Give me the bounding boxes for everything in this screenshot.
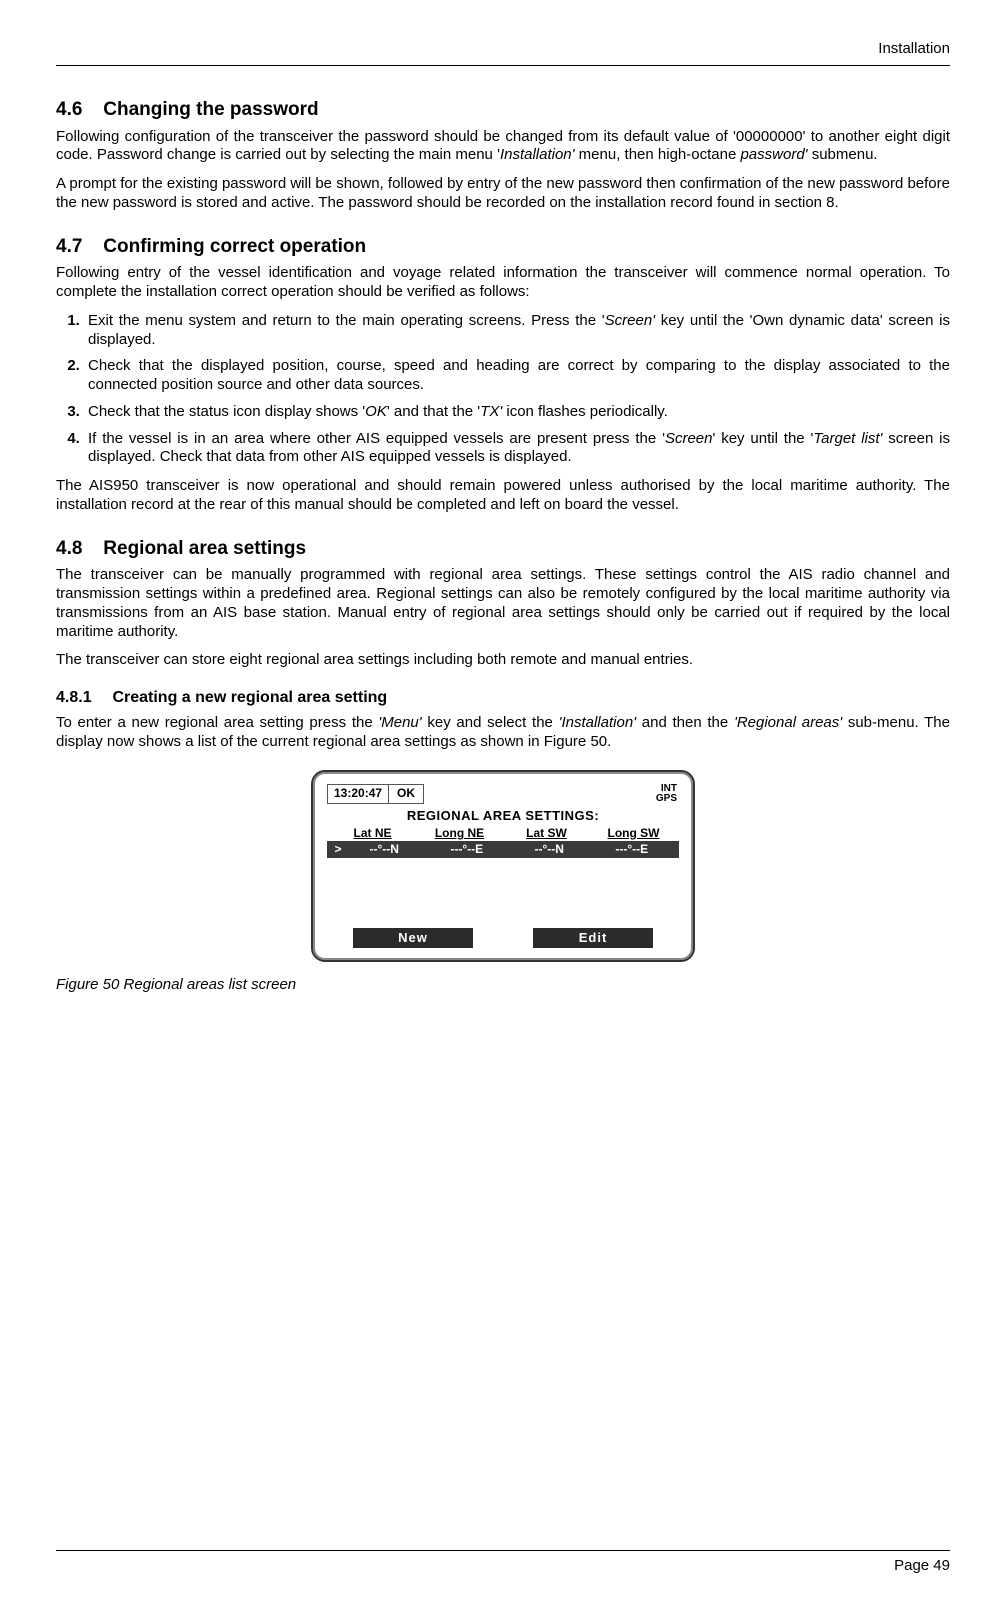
para-4-8-1: The transceiver can be manually programm…: [56, 566, 950, 641]
page-footer: Page 49: [56, 1550, 950, 1576]
indicator-int: INT: [656, 784, 677, 794]
softkey-new[interactable]: New: [353, 928, 473, 948]
column-headers: Lat NE Long NE Lat SW Long SW: [323, 826, 683, 841]
cell-lat-ne: --°--N: [343, 842, 426, 857]
heading-4-6: 4.6 Changing the password: [56, 98, 950, 122]
heading-number: 4.6: [56, 98, 98, 122]
para-4-8-1-1: To enter a new regional area setting pre…: [56, 714, 950, 752]
heading-number: 4.7: [56, 235, 98, 259]
cell-long-sw: ---°--E: [591, 842, 674, 857]
softkey-edit[interactable]: Edit: [533, 928, 653, 948]
figure-50-caption: Figure 50 Regional areas list screen: [56, 976, 950, 995]
step-4: If the vessel is in an area where other …: [84, 430, 950, 468]
col-long-ne: Long NE: [416, 826, 503, 841]
figure-50: 13:20:47 OK INT GPS REGIONAL AREA SETTIN…: [56, 770, 950, 963]
heading-number: 4.8: [56, 537, 98, 561]
screen-title: REGIONAL AREA SETTINGS:: [323, 804, 683, 826]
status-time: 13:20:47: [327, 784, 389, 804]
step-1: Exit the menu system and return to the m…: [84, 312, 950, 350]
header-section: Installation: [878, 40, 950, 57]
device-frame: 13:20:47 OK INT GPS REGIONAL AREA SETTIN…: [311, 770, 695, 963]
selected-row[interactable]: > --°--N ---°--E --°--N ---°--E: [327, 841, 679, 858]
softkey-row: New Edit: [323, 928, 683, 950]
step-3: Check that the status icon display shows…: [84, 403, 950, 422]
para-4-7-out: The AIS950 transceiver is now operationa…: [56, 477, 950, 515]
heading-4-8-1: 4.8.1 Creating a new regional area setti…: [56, 688, 950, 708]
status-indicators: INT GPS: [656, 784, 679, 804]
col-lat-ne: Lat NE: [329, 826, 416, 841]
steps-4-7: Exit the menu system and return to the m…: [84, 312, 950, 467]
page-header: Installation: [56, 40, 950, 66]
step-2: Check that the displayed position, cours…: [84, 357, 950, 395]
indicator-gps: GPS: [656, 794, 677, 804]
heading-4-7: 4.7 Confirming correct operation: [56, 235, 950, 259]
heading-number: 4.8.1: [56, 688, 108, 708]
cell-long-ne: ---°--E: [426, 842, 509, 857]
para-4-6-1: Following configuration of the transceiv…: [56, 128, 950, 166]
para-4-8-2: The transceiver can store eight regional…: [56, 651, 950, 670]
para-4-7-intro: Following entry of the vessel identifica…: [56, 264, 950, 302]
cell-lat-sw: --°--N: [508, 842, 591, 857]
heading-4-8: 4.8 Regional area settings: [56, 537, 950, 561]
page-number: Page 49: [894, 1557, 950, 1574]
para-4-6-2: A prompt for the existing password will …: [56, 175, 950, 213]
device-screen: 13:20:47 OK INT GPS REGIONAL AREA SETTIN…: [323, 782, 683, 951]
heading-title: Changing the password: [103, 99, 318, 120]
status-ok: OK: [389, 784, 424, 804]
col-lat-sw: Lat SW: [503, 826, 590, 841]
heading-title: Creating a new regional area setting: [112, 689, 387, 706]
status-bar: 13:20:47 OK INT GPS: [323, 782, 683, 804]
row-caret: >: [333, 842, 343, 857]
heading-title: Confirming correct operation: [103, 236, 366, 257]
heading-title: Regional area settings: [103, 538, 306, 559]
col-long-sw: Long SW: [590, 826, 677, 841]
